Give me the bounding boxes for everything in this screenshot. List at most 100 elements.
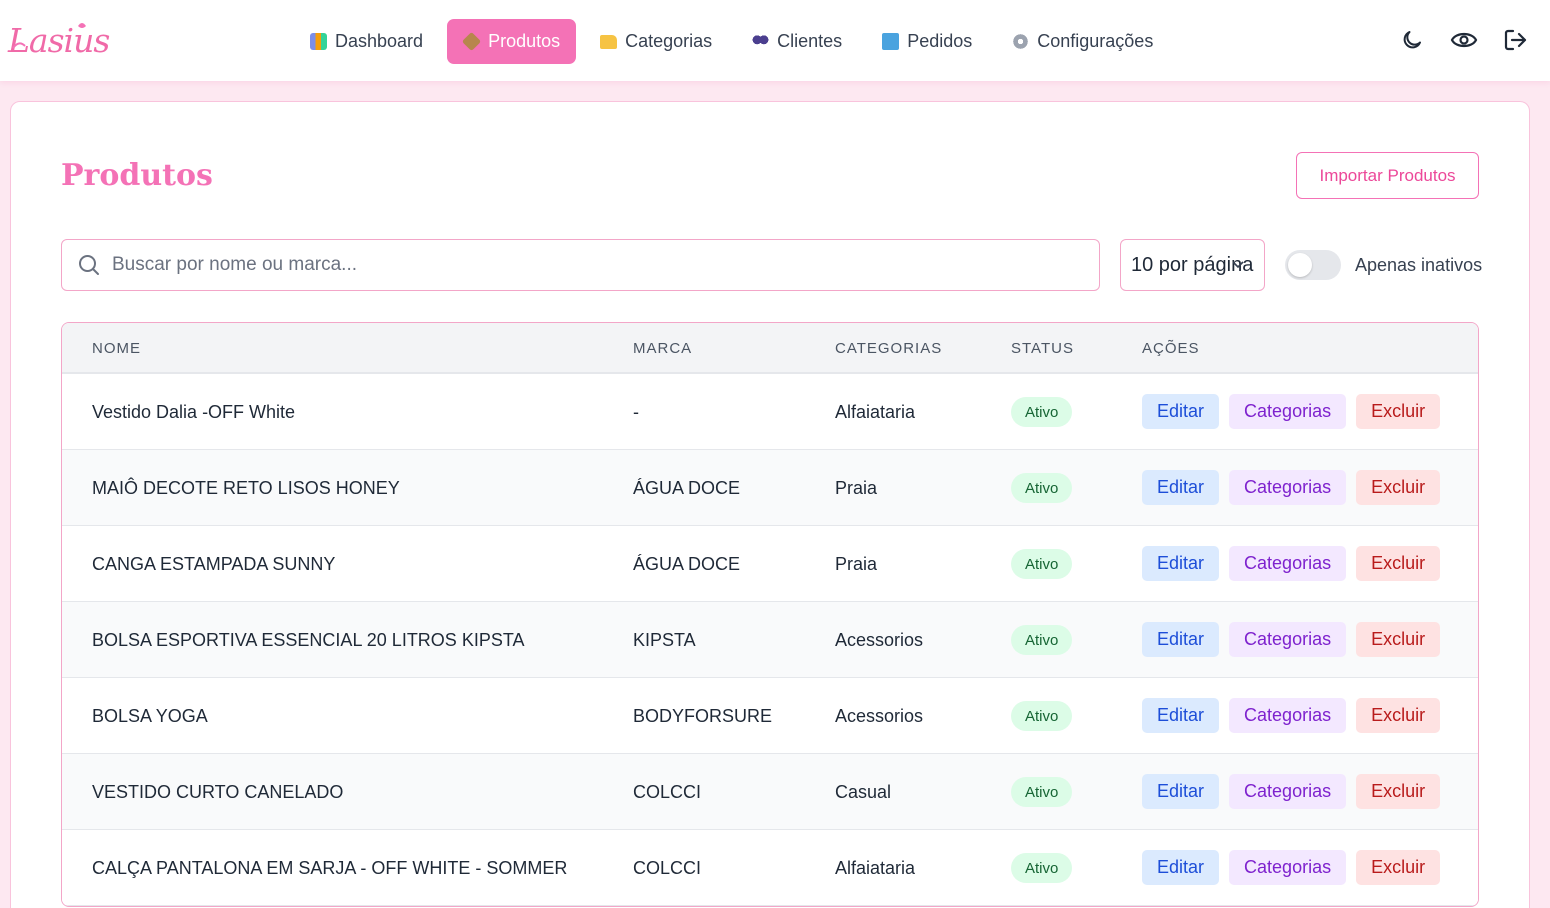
cell-nome: CANGA ESTAMPADA SUNNY [92,554,336,574]
products-table: NOME MARCA CATEGORIAS STATUS AÇÕES Vesti… [61,322,1479,907]
delete-button[interactable]: Excluir [1356,774,1441,809]
logout-button[interactable] [1502,26,1530,54]
row-actions: Editar Categorias Excluir [1142,774,1441,809]
nav-label: Categorias [625,31,713,51]
status-badge: Ativo [1011,625,1073,655]
header-nome: NOME [92,340,141,357]
chevron-down-icon [1232,261,1244,269]
cell-marca: KIPSTA [633,630,696,650]
nav-item-clientes[interactable]: Clientes [736,19,858,64]
cell-categoria: Alfaiataria [835,402,916,422]
categories-button[interactable]: Categorias [1229,850,1347,885]
logo-flower-icon [12,23,86,49]
delete-button[interactable]: Excluir [1356,850,1441,885]
logout-icon [1504,29,1527,51]
edit-button[interactable]: Editar [1142,622,1220,657]
delete-button[interactable]: Excluir [1356,394,1441,429]
visibility-button[interactable] [1450,26,1478,54]
categories-button[interactable]: Categorias [1229,698,1347,733]
users-icon [752,33,770,50]
categories-button[interactable]: Categorias [1229,622,1347,657]
folder-icon [600,34,618,49]
top-navbar: Lasius Dashboard Produtos Categorias Cli… [0,0,1550,81]
import-products-button[interactable]: Importar Produtos [1296,152,1479,199]
cell-nome: BOLSA ESPORTIVA ESSENCIAL 20 LITROS KIPS… [92,630,525,650]
delete-button[interactable]: Excluir [1356,698,1441,733]
cell-categoria: Praia [835,554,878,574]
header-status: STATUS [1011,340,1074,357]
cell-marca: COLCCI [633,782,702,802]
delete-button[interactable]: Excluir [1356,546,1441,581]
cell-nome: BOLSA YOGA [92,706,208,726]
nav-label: Configurações [1037,31,1154,51]
cell-categoria: Alfaiataria [835,858,916,878]
status-badge: Ativo [1011,473,1073,503]
status-badge: Ativo [1011,777,1073,807]
gear-icon [1012,33,1030,50]
cell-marca: ÁGUA DOCE [633,478,741,498]
cell-categoria: Acessorios [835,706,924,726]
search-box[interactable] [61,239,1100,291]
nav-item-categorias[interactable]: Categorias [584,19,728,64]
status-badge: Ativo [1011,701,1073,731]
header-acoes: AÇÕES [1142,340,1200,357]
eye-icon [1450,32,1478,48]
header-categorias: CATEGORIAS [835,340,943,357]
chart-icon [310,33,327,50]
cell-categoria: Casual [835,782,892,802]
categories-button[interactable]: Categorias [1229,470,1347,505]
cell-nome: VESTIDO CURTO CANELADO [92,782,344,802]
table-header: NOME MARCA CATEGORIAS STATUS AÇÕES [62,323,1478,374]
categories-button[interactable]: Categorias [1229,394,1347,429]
nav-item-configuracoes[interactable]: Configurações [996,19,1169,64]
edit-button[interactable]: Editar [1142,546,1220,581]
nav-item-dashboard[interactable]: Dashboard [294,19,439,64]
table-row: BOLSA YOGA BODYFORSURE Acessorios Ativo … [62,678,1478,754]
row-actions: Editar Categorias Excluir [1142,622,1441,657]
page-title: Produtos [61,158,213,193]
edit-button[interactable]: Editar [1142,698,1220,733]
edit-button[interactable]: Editar [1142,850,1220,885]
categories-button[interactable]: Categorias [1229,774,1347,809]
cell-nome: Vestido Dalia -OFF White [92,402,296,422]
nav-label: Produtos [488,31,561,51]
row-actions: Editar Categorias Excluir [1142,850,1441,885]
edit-button[interactable]: Editar [1142,470,1220,505]
inactive-only-toggle[interactable] [1285,250,1341,280]
nav-item-produtos[interactable]: Produtos [447,19,577,64]
table-row: Vestido Dalia -OFF White - Alfaiataria A… [62,374,1478,450]
cell-marca: - [633,402,639,422]
toggle-knob [1288,253,1312,277]
search-icon [79,255,99,275]
status-badge: Ativo [1011,853,1073,883]
nav-label: Clientes [777,31,843,51]
status-badge: Ativo [1011,397,1073,427]
table-row: CANGA ESTAMPADA SUNNY ÁGUA DOCE Praia At… [62,526,1478,602]
nav-item-pedidos[interactable]: Pedidos [866,19,988,64]
cell-marca: COLCCI [633,858,702,878]
search-input[interactable] [112,254,1072,276]
row-actions: Editar Categorias Excluir [1142,546,1441,581]
delete-button[interactable]: Excluir [1356,470,1441,505]
edit-button[interactable]: Editar [1142,774,1220,809]
table-row: MAIÔ DECOTE RETO LISOS HONEY ÁGUA DOCE P… [62,450,1478,526]
delete-button[interactable]: Excluir [1356,622,1441,657]
row-actions: Editar Categorias Excluir [1142,698,1441,733]
table-row: BOLSA ESPORTIVA ESSENCIAL 20 LITROS KIPS… [62,602,1478,678]
nav-right-actions [1398,26,1530,54]
cell-nome: CALÇA PANTALONA EM SARJA - OFF WHITE - S… [92,858,568,878]
edit-button[interactable]: Editar [1142,394,1220,429]
box-icon [461,31,482,52]
brand-logo[interactable]: Lasius [8,18,128,62]
dark-mode-button[interactable] [1398,26,1426,54]
per-page-select[interactable]: 10 por página [1120,239,1265,291]
header-marca: MARCA [633,340,693,357]
row-actions: Editar Categorias Excluir [1142,394,1441,429]
cell-marca: ÁGUA DOCE [633,554,741,574]
table-row: CALÇA PANTALONA EM SARJA - OFF WHITE - S… [62,830,1478,906]
moon-icon [1403,31,1421,49]
cell-categoria: Praia [835,478,878,498]
categories-button[interactable]: Categorias [1229,546,1347,581]
inactive-only-label: Apenas inativos [1355,255,1483,275]
cell-marca: BODYFORSURE [633,706,773,726]
